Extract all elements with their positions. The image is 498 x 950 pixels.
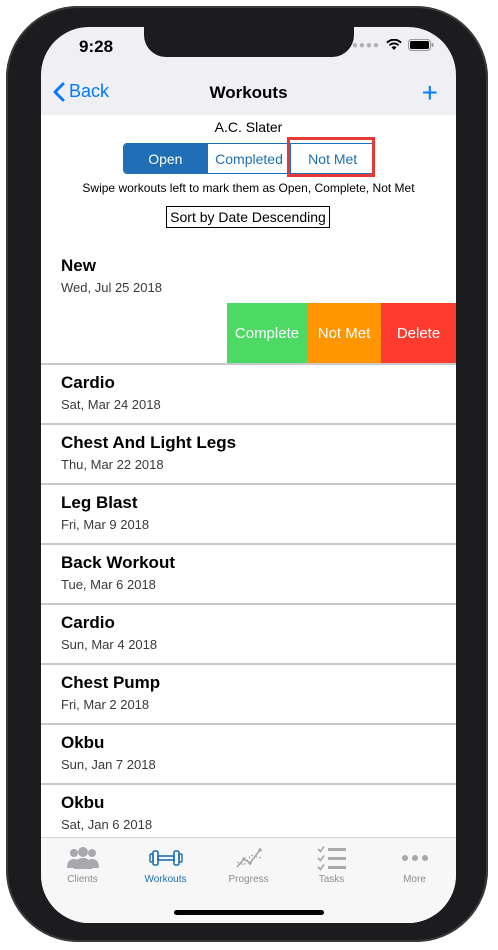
workout-row[interactable]: Okbu Sun, Jan 7 2018 xyxy=(41,725,456,785)
workout-row[interactable]: Okbu Sat, Jan 6 2018 xyxy=(41,785,456,837)
wifi-icon xyxy=(386,39,402,50)
home-indicator xyxy=(174,910,324,915)
workout-date: Thu, Mar 22 2018 xyxy=(61,457,164,472)
dumbbell-icon xyxy=(148,850,183,866)
status-time: 9:28 xyxy=(79,37,114,56)
tasks-checklist-icon xyxy=(316,846,346,871)
navigation-bar: Back Workouts + xyxy=(41,75,456,115)
workout-list: New Wed, Jul 25 2018 Complete Not Met De… xyxy=(41,248,456,837)
tab-progress[interactable]: Progress xyxy=(207,844,290,885)
workout-row[interactable]: Back Workout Tue, Mar 6 2018 xyxy=(41,545,456,605)
workout-title: Back Workout xyxy=(61,553,175,572)
segment-completed[interactable]: Completed xyxy=(208,144,292,173)
segment-not-met[interactable]: Not Met xyxy=(291,144,374,173)
tab-label: More xyxy=(403,874,426,885)
notch xyxy=(144,27,354,57)
signal-icon: ●●●● xyxy=(351,39,380,51)
tab-label: Tasks xyxy=(318,874,345,885)
workout-date: Sun, Jan 7 2018 xyxy=(61,757,156,772)
volume-down-button xyxy=(17,258,23,318)
complete-action-button[interactable]: Complete xyxy=(227,303,307,363)
workout-date: Sat, Mar 24 2018 xyxy=(61,397,161,412)
workout-title: Cardio xyxy=(61,613,115,632)
client-name: A.C. Slater xyxy=(214,119,283,135)
tab-label: Progress xyxy=(228,874,269,885)
workout-date: Fri, Mar 2 2018 xyxy=(61,697,150,712)
workout-row[interactable]: Cardio Sat, Mar 24 2018 xyxy=(41,365,456,425)
progress-chart-icon xyxy=(235,848,262,868)
workout-title: Chest And Light Legs xyxy=(61,433,237,452)
workout-row[interactable]: Chest Pump Fri, Mar 2 2018 xyxy=(41,665,456,725)
workout-row[interactable]: Cardio Sun, Mar 4 2018 xyxy=(41,605,456,665)
more-dots-icon xyxy=(401,855,428,861)
workout-row[interactable]: Leg Blast Fri, Mar 9 2018 xyxy=(41,485,456,545)
not-met-action-button[interactable]: Not Met xyxy=(307,303,381,363)
status-icons: ●●●● xyxy=(352,39,434,51)
workout-date: Sun, Mar 4 2018 xyxy=(61,637,158,652)
workout-date: Tue, Mar 6 2018 xyxy=(61,577,156,592)
workout-title: Chest Pump xyxy=(61,673,161,692)
tab-workouts[interactable]: Workouts xyxy=(124,844,207,885)
tab-clients[interactable]: Clients xyxy=(41,844,124,885)
screen: 9:28 ●●●● Back Workouts + A.C. Slater Op… xyxy=(41,27,456,923)
status-segmented-control: Open Completed Not Met xyxy=(123,143,375,174)
tab-more[interactable]: More xyxy=(373,844,456,885)
workout-date: Sat, Jan 6 2018 xyxy=(61,817,153,832)
workout-title: Leg Blast xyxy=(61,493,138,512)
tab-tasks[interactable]: Tasks xyxy=(290,844,373,885)
power-button xyxy=(474,188,480,286)
workout-date: Wed, Jul 25 2018 xyxy=(61,280,162,295)
tab-label: Workouts xyxy=(144,874,187,885)
workouts-header: A.C. Slater Open Completed Not Met Swipe… xyxy=(41,115,456,248)
add-workout-button[interactable]: + xyxy=(422,77,438,109)
battery-icon xyxy=(408,39,434,51)
sort-button[interactable]: Sort by Date Descending xyxy=(166,206,330,228)
segment-open[interactable]: Open xyxy=(124,144,208,173)
page-title: Workouts xyxy=(209,83,288,102)
tab-label: Clients xyxy=(67,874,98,885)
workout-title: Cardio xyxy=(61,373,115,392)
workout-title: Okbu xyxy=(61,733,105,752)
workout-title: Okbu xyxy=(61,793,105,812)
swiped-workout-row[interactable]: Complete Not Met Delete xyxy=(41,303,456,365)
clients-icon xyxy=(66,847,99,869)
workout-row[interactable]: New Wed, Jul 25 2018 xyxy=(41,248,456,308)
workout-title: New xyxy=(61,256,96,275)
swipe-hint: Swipe workouts left to mark them as Open… xyxy=(82,181,415,195)
mute-switch xyxy=(17,125,23,159)
delete-action-button[interactable]: Delete xyxy=(381,303,456,363)
volume-up-button xyxy=(17,188,23,248)
tab-bar: Clients Workouts Progress Tasks More xyxy=(41,837,456,923)
workout-date: Fri, Mar 9 2018 xyxy=(61,517,150,532)
workout-row[interactable]: Chest And Light Legs Thu, Mar 22 2018 xyxy=(41,425,456,485)
